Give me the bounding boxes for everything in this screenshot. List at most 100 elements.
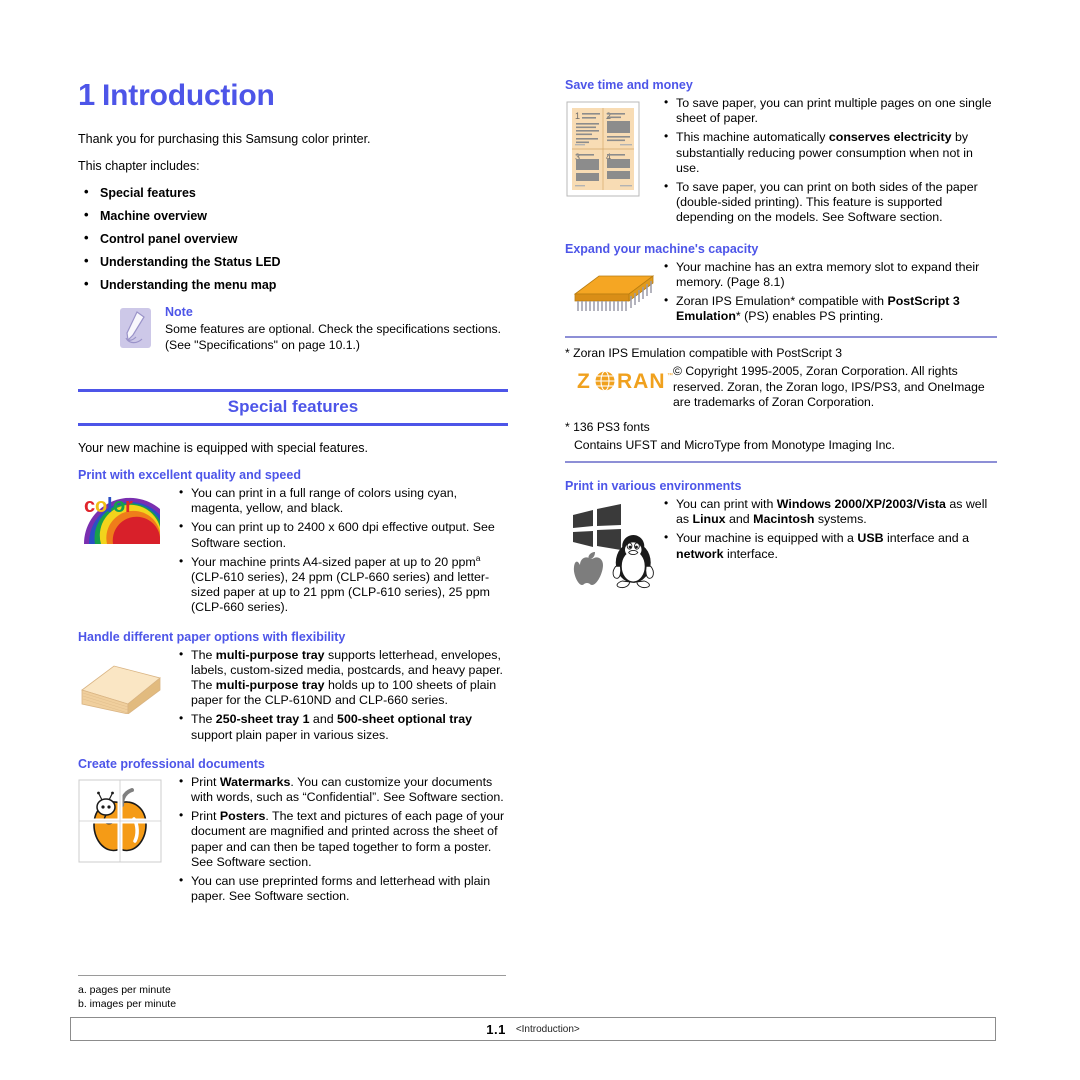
b: Windows 2000/XP/2003/Vista (776, 496, 946, 511)
rule-bottom (78, 423, 508, 426)
list-item[interactable]: Understanding the Status LED (78, 253, 508, 270)
list-item: To save paper, you can print on both sid… (663, 179, 997, 226)
t: The (191, 647, 216, 662)
subheading-capacity: Expand your machine's capacity (565, 241, 759, 256)
feature-capacity: Your machine has an extra memory slot to… (565, 259, 997, 325)
feature-quality-text: You can print in a full range of colors … (178, 485, 508, 616)
poster-apple-icon (78, 779, 162, 868)
t: * (PS) enables PS printing. (735, 309, 884, 324)
paper-bullets: The multi-purpose tray supports letterhe… (178, 647, 508, 743)
b: Macintosh (753, 512, 815, 527)
t: interface and a (883, 531, 969, 546)
t: systems. (814, 512, 867, 527)
footnote-b: b. images per minute (78, 998, 177, 1010)
chapter-includes-label: This chapter includes: (78, 159, 200, 173)
list-item[interactable]: Understanding the menu map (78, 276, 508, 293)
list-item[interactable]: Machine overview (78, 207, 508, 224)
list-item: You can print in a full range of colors … (178, 485, 508, 516)
svg-text:Z: Z (577, 370, 591, 393)
svg-text:o: o (113, 495, 125, 517)
list-item: Print Posters. The text and pictures of … (178, 808, 508, 870)
svg-text:r: r (125, 495, 133, 517)
chapter-number: 1 (78, 77, 96, 112)
paper-stack-icon (78, 652, 164, 719)
footnote-marker-a: a (475, 552, 481, 563)
list-item[interactable]: Control panel overview (78, 230, 508, 247)
zoran-star-line-1: * Zoran IPS Emulation compatible with Po… (565, 345, 843, 360)
feature-environments-text: You can print with Windows 2000/XP/2003/… (663, 496, 997, 562)
page-footer: 1.1 <Introduction> (70, 1017, 996, 1041)
svg-text:o: o (95, 495, 107, 517)
feature-quality: c o l o r You can print in a full range … (78, 485, 508, 616)
subheading-save: Save time and money (565, 78, 693, 92)
t: The (191, 712, 216, 727)
special-features-intro: Your new machine is equipped with specia… (78, 441, 368, 455)
special-features-heading: Special features (78, 389, 508, 426)
footnote-rule (78, 975, 506, 976)
b: network (676, 546, 724, 561)
divider-bottom (565, 461, 997, 463)
subheading-documents: Create professional documents (78, 756, 265, 771)
svg-text:2: 2 (606, 111, 611, 121)
zoran-copyright: © Copyright 1995-2005, Zoran Corporation… (673, 364, 985, 410)
chapter-title-text: Introduction (102, 79, 275, 112)
ppm-text: Your machine prints A4-sized paper at up… (191, 554, 476, 569)
b: Watermarks (219, 774, 291, 789)
zoran-logo: Z RAN ™ (577, 368, 673, 399)
note-box: Note Some features are optional. Check t… (120, 305, 508, 353)
footer-section-label: <Introduction> (515, 1023, 580, 1035)
note-pen-icon (120, 308, 151, 348)
list-item: This machine automatically conserves ele… (663, 129, 997, 176)
chapter-includes-list: Special features Machine overview Contro… (78, 184, 508, 293)
svg-text:™: ™ (667, 372, 673, 379)
svg-text:1: 1 (575, 111, 580, 121)
feature-environments: ™ (565, 496, 997, 589)
feature-paper-text: The multi-purpose tray supports letterhe… (178, 647, 508, 743)
save-bullets: To save paper, you can print multiple pa… (663, 95, 997, 226)
list-item: You can print with Windows 2000/XP/2003/… (663, 496, 997, 527)
subheading-environments: Print in various environments (565, 478, 742, 493)
documents-bullets: Print Watermarks. You can customize your… (178, 774, 508, 905)
page-number: 1.1 (486, 1021, 506, 1037)
note-body: Note Some features are optional. Check t… (165, 305, 508, 353)
t: support plain paper in various sizes. (191, 727, 389, 742)
footnote-a: a. pages per minute (78, 984, 171, 996)
list-item[interactable]: Special features (78, 184, 508, 201)
svg-text:l: l (107, 495, 113, 517)
feature-paper: The multi-purpose tray supports letterhe… (78, 647, 508, 743)
note-text: Some features are optional. Check the sp… (165, 322, 502, 352)
memory-module-icon (565, 268, 657, 321)
left-column: 1 Introduction Thank you for purchasing t… (78, 78, 508, 908)
list-item: Your machine prints A4-sized paper at up… (178, 552, 508, 616)
list-item: You can print up to 2400 x 600 dpi effec… (178, 519, 508, 550)
footnotes: a. pages per minute b. images per minute (78, 975, 506, 1011)
zoran-row: Z RAN ™ © Copyright 1995-2005, Zoran Cor… (565, 364, 997, 416)
feature-documents-text: Print Watermarks. You can customize your… (178, 774, 508, 905)
t: Zoran IPS Emulation* compatible with (676, 294, 888, 309)
n-up-pages-icon: 1 2 3 4 (565, 100, 643, 205)
page-title: 1 Introduction (78, 78, 508, 113)
b: multi-purpose tray (215, 678, 325, 693)
feature-save-text: To save paper, you can print multiple pa… (663, 95, 997, 226)
list-item: The 250-sheet tray 1 and 500-sheet optio… (178, 711, 508, 742)
color-rainbow-icon: c o l o r (78, 490, 160, 549)
ppm-rest: (CLP-610 series), 24 ppm (CLP-660 series… (191, 570, 490, 615)
t: Print (191, 774, 220, 789)
divider-top (565, 336, 997, 338)
subheading-paper: Handle different paper options with flex… (78, 629, 346, 644)
t: and (309, 712, 338, 727)
list-item: To save paper, you can print multiple pa… (663, 95, 997, 126)
subheading-quality: Print with excellent quality and speed (78, 468, 301, 482)
t: Print (191, 809, 220, 824)
t: interface. (723, 546, 778, 561)
feature-documents: Print Watermarks. You can customize your… (78, 774, 508, 905)
quality-bullets: You can print in a full range of colors … (178, 485, 508, 616)
list-item: Your machine has an extra memory slot to… (663, 259, 997, 290)
svg-text:RAN: RAN (617, 370, 666, 393)
intro-paragraph: Thank you for purchasing this Samsung co… (78, 132, 371, 146)
b: 500-sheet optional tray (337, 712, 473, 727)
b: conserves electricity (828, 130, 952, 145)
list-item: The multi-purpose tray supports letterhe… (178, 647, 508, 709)
zoran-star-line-2: * 136 PS3 fonts (565, 420, 650, 435)
b: USB (857, 531, 884, 546)
